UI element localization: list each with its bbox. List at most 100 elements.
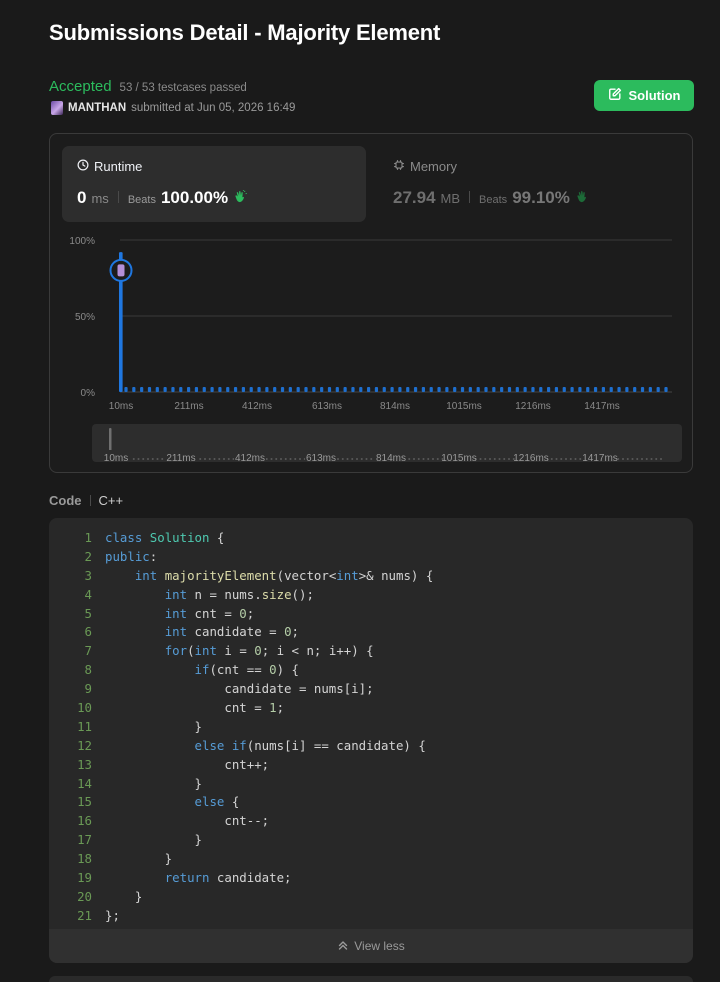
code-line: 6 int candidate = 0; <box>49 623 693 642</box>
chart-bar <box>421 387 425 392</box>
code-line: 16 cnt--; <box>49 812 693 831</box>
code-text: } <box>105 718 202 734</box>
code-text: for(int i = 0; i < n; i++) { <box>164 643 374 659</box>
range-slider-dot <box>550 458 553 460</box>
line-number: 10 <box>77 700 92 716</box>
range-slider-dot <box>508 458 510 460</box>
range-slider-dot <box>280 458 282 460</box>
code-text: else if(nums[i] == candidate) { <box>194 737 426 753</box>
chart-bar <box>163 387 167 392</box>
chart-bar <box>640 387 645 392</box>
range-slider-dot <box>655 458 658 460</box>
range-slider-dot <box>631 458 634 460</box>
chart-bar <box>312 387 316 392</box>
line-number: 18 <box>77 851 92 867</box>
next-section-edge <box>49 976 693 982</box>
line-number: 17 <box>77 832 92 848</box>
range-slider-dot <box>284 458 287 460</box>
submitter-row: MANTHAN submitted at Jun 05, 2026 16:49 <box>51 101 295 115</box>
range-slider-dot <box>289 458 292 460</box>
chart-bar <box>437 387 441 392</box>
chart-bar <box>656 387 660 392</box>
chart-bar <box>406 387 410 392</box>
chart-bar <box>593 387 598 392</box>
range-slider-dot <box>484 458 487 460</box>
x-tick-label: 211ms <box>174 401 203 412</box>
range-slider-dot <box>161 458 164 460</box>
range-slider-dot <box>199 458 202 460</box>
range-slider-dot <box>645 458 648 460</box>
range-slider-label: 412ms <box>235 453 265 464</box>
range-slider-dot <box>569 458 572 460</box>
chart-bar <box>398 387 402 392</box>
range-slider-label: 10ms <box>104 453 128 464</box>
chart-bar <box>554 387 559 392</box>
range-slider-dot <box>151 458 154 460</box>
chart-bar <box>586 387 590 392</box>
chart-bar <box>507 387 512 392</box>
range-slider-label: 1216ms <box>513 453 549 464</box>
range-slider-dot <box>493 458 496 460</box>
view-less-button[interactable]: View less <box>49 929 693 963</box>
chart-bar <box>429 387 433 392</box>
range-slider-dot <box>341 458 344 460</box>
solution-button[interactable]: Solution <box>594 80 694 111</box>
line-number: 9 <box>84 681 92 697</box>
submitted-at: submitted at Jun 05, 2026 16:49 <box>131 102 296 114</box>
line-number: 5 <box>84 605 92 621</box>
chart-bar <box>367 387 371 392</box>
chart-bar <box>218 387 222 392</box>
code-text: int candidate = 0; <box>164 624 299 640</box>
range-slider-dot <box>660 458 662 460</box>
chart-bar <box>179 387 183 392</box>
line-number: 2 <box>84 548 92 564</box>
chart-bar <box>194 387 199 392</box>
avatar[interactable] <box>51 101 63 115</box>
range-slider-dot <box>275 458 278 460</box>
chart-bar <box>460 387 465 392</box>
line-number: 3 <box>84 567 92 583</box>
code-line: 3 int majorityElement(vector<int>& nums)… <box>49 567 693 586</box>
chart-bar <box>280 387 285 392</box>
chart-bar <box>210 387 214 392</box>
code-text: class Solution { <box>105 530 225 545</box>
chart-bar <box>140 387 144 392</box>
range-slider-dot <box>479 458 482 460</box>
range-slider-label: 1417ms <box>582 453 618 464</box>
code-text: public: <box>105 548 158 564</box>
range-slider-dot <box>351 458 354 460</box>
range-slider-dot <box>413 458 415 460</box>
chart-bar <box>484 387 488 392</box>
range-slider-dot <box>555 458 558 460</box>
code-line: 1 class Solution { <box>49 529 693 548</box>
chart-bar <box>187 387 191 392</box>
chart-bar <box>233 387 238 392</box>
chart-bar <box>633 387 637 392</box>
code-text: } <box>105 832 202 848</box>
code-line: 9 candidate = nums[i]; <box>49 680 693 699</box>
chart-bar <box>570 387 574 392</box>
line-number: 15 <box>77 794 92 810</box>
chart-bar <box>296 387 300 392</box>
chart-bar <box>327 387 332 392</box>
chart-bar <box>617 387 621 392</box>
line-number: 7 <box>84 643 92 659</box>
page-title: Submissions Detail - Majority Element <box>49 20 441 45</box>
chart-bar <box>265 387 269 392</box>
chart-bar <box>609 387 613 392</box>
chart-bar <box>601 387 605 392</box>
chart-bar <box>413 387 418 392</box>
chart-bar <box>648 387 652 392</box>
range-slider-dot <box>650 458 653 460</box>
code-text: int majorityElement(vector<int>& nums) { <box>134 567 434 583</box>
code-text: cnt--; <box>105 813 270 829</box>
username-link[interactable]: MANTHAN <box>68 102 126 114</box>
x-tick-label: 814ms <box>380 401 410 412</box>
chart-bar <box>155 387 159 392</box>
y-tick-label: 100% <box>69 236 95 247</box>
line-number: 14 <box>77 775 92 791</box>
range-slider-label: 211ms <box>166 453 195 464</box>
code-header: Code C++ <box>49 493 123 508</box>
y-tick-label: 0% <box>81 388 96 399</box>
range-slider-dot <box>218 458 221 460</box>
